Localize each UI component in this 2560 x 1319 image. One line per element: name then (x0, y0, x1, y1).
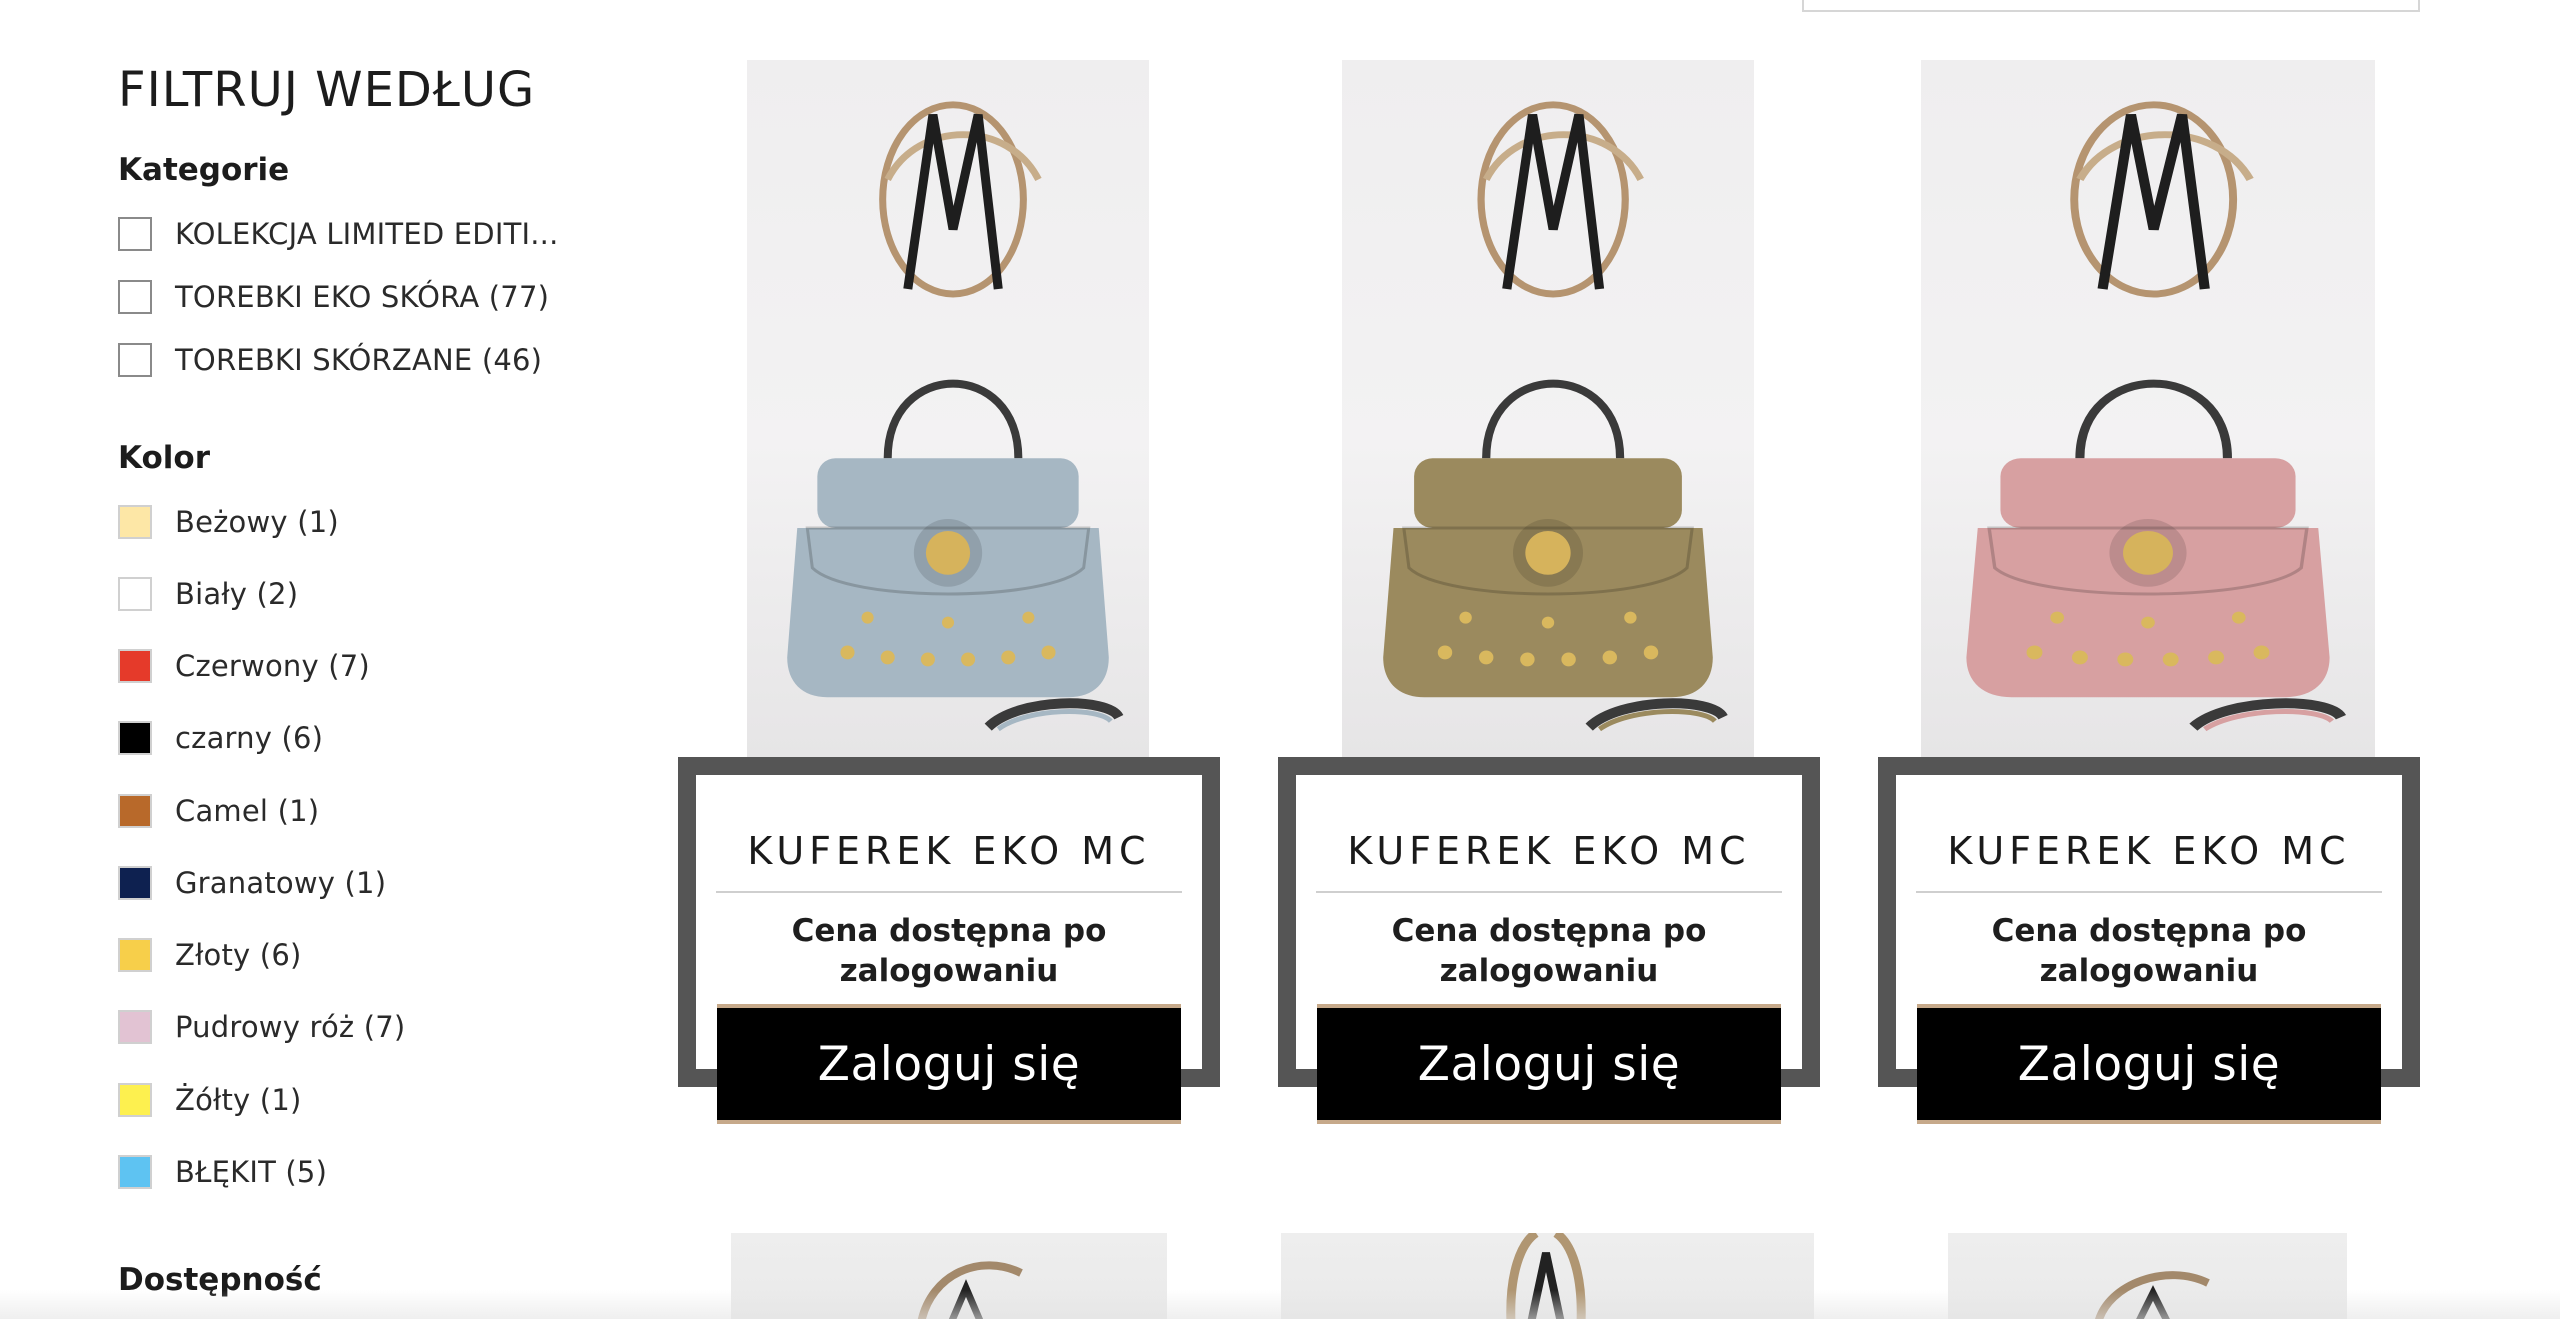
color-option[interactable]: Pudrowy róż (7) (118, 1009, 405, 1045)
product-title[interactable]: KUFEREK EKO MC (1316, 829, 1782, 873)
scroll-fade (0, 1290, 2560, 1319)
product-image[interactable] (747, 60, 1149, 757)
color-swatch[interactable] (118, 649, 152, 683)
category-label: KOLEKCJA LIMITED EDITI... (175, 217, 559, 251)
category-option[interactable]: TOREBKI EKO SKÓRA (77) (118, 279, 549, 315)
color-label: Czerwony (7) (175, 649, 370, 683)
divider (716, 891, 1182, 893)
color-label: Beżowy (1) (175, 505, 339, 539)
product-title[interactable]: KUFEREK EKO MC (716, 829, 1182, 873)
color-option[interactable]: czarny (6) (118, 720, 323, 756)
color-swatch[interactable] (118, 1010, 152, 1044)
price-note: Cena dostępna po zalogowaniu (791, 913, 1107, 989)
handbag-image-icon (1383, 101, 1728, 732)
categories-heading: Kategorie (118, 152, 290, 188)
category-label: TOREBKI EKO SKÓRA (77) (175, 280, 550, 314)
category-option[interactable]: KOLEKCJA LIMITED EDITI... (118, 216, 559, 252)
color-option[interactable]: Złoty (6) (118, 937, 301, 973)
checkbox[interactable] (118, 217, 152, 251)
sort-select[interactable] (1802, 0, 2420, 12)
color-option[interactable]: Granatowy (1) (118, 865, 386, 901)
checkbox[interactable] (118, 280, 152, 314)
login-button[interactable]: Zaloguj się (1917, 1004, 2381, 1124)
color-option[interactable]: Biały (2) (118, 576, 298, 612)
login-button[interactable]: Zaloguj się (717, 1004, 1181, 1124)
product-image[interactable] (1921, 60, 2375, 757)
filter-title: FILTRUJ WEDŁUG (118, 62, 536, 118)
color-option[interactable]: Camel (1) (118, 793, 319, 829)
color-option[interactable]: Żółty (1) (118, 1082, 301, 1118)
color-label: Złoty (6) (175, 938, 302, 972)
price-note: Cena dostępna po zalogowaniu (1391, 913, 1707, 989)
color-swatch[interactable] (118, 505, 152, 539)
color-label: BŁĘKIT (5) (175, 1155, 328, 1189)
login-button[interactable]: Zaloguj się (1317, 1004, 1781, 1124)
color-option[interactable]: Czerwony (7) (118, 648, 370, 684)
color-option[interactable]: Beżowy (1) (118, 504, 339, 540)
color-swatch[interactable] (118, 866, 152, 900)
checkbox[interactable] (118, 343, 152, 377)
category-label: TOREBKI SKÓRZANE (46) (175, 343, 543, 377)
color-heading: Kolor (118, 440, 210, 476)
color-swatch[interactable] (118, 1083, 152, 1117)
product-listing-page: FILTRUJ WEDŁUG Kategorie KOLEKCJA LIMITE… (0, 0, 2560, 1319)
handbag-image-icon (1966, 101, 2347, 732)
category-option[interactable]: TOREBKI SKÓRZANE (46) (118, 342, 542, 378)
divider (1916, 891, 2382, 893)
color-label: Camel (1) (175, 794, 320, 828)
color-option[interactable]: BŁĘKIT (5) (118, 1154, 327, 1190)
color-swatch[interactable] (118, 1155, 152, 1189)
color-label: Granatowy (1) (175, 866, 387, 900)
color-label: Pudrowy róż (7) (175, 1010, 406, 1044)
color-swatch[interactable] (118, 794, 152, 828)
product-title[interactable]: KUFEREK EKO MC (1916, 829, 2382, 873)
color-label: czarny (6) (175, 721, 324, 755)
price-note: Cena dostępna po zalogowaniu (1991, 913, 2307, 989)
handbag-image-icon (787, 101, 1124, 732)
color-label: Biały (2) (175, 577, 299, 611)
color-swatch[interactable] (118, 577, 152, 611)
color-swatch[interactable] (118, 938, 152, 972)
divider (1316, 891, 1782, 893)
product-image[interactable] (1342, 60, 1754, 757)
color-label: Żółty (1) (175, 1083, 302, 1117)
color-swatch[interactable] (118, 721, 152, 755)
